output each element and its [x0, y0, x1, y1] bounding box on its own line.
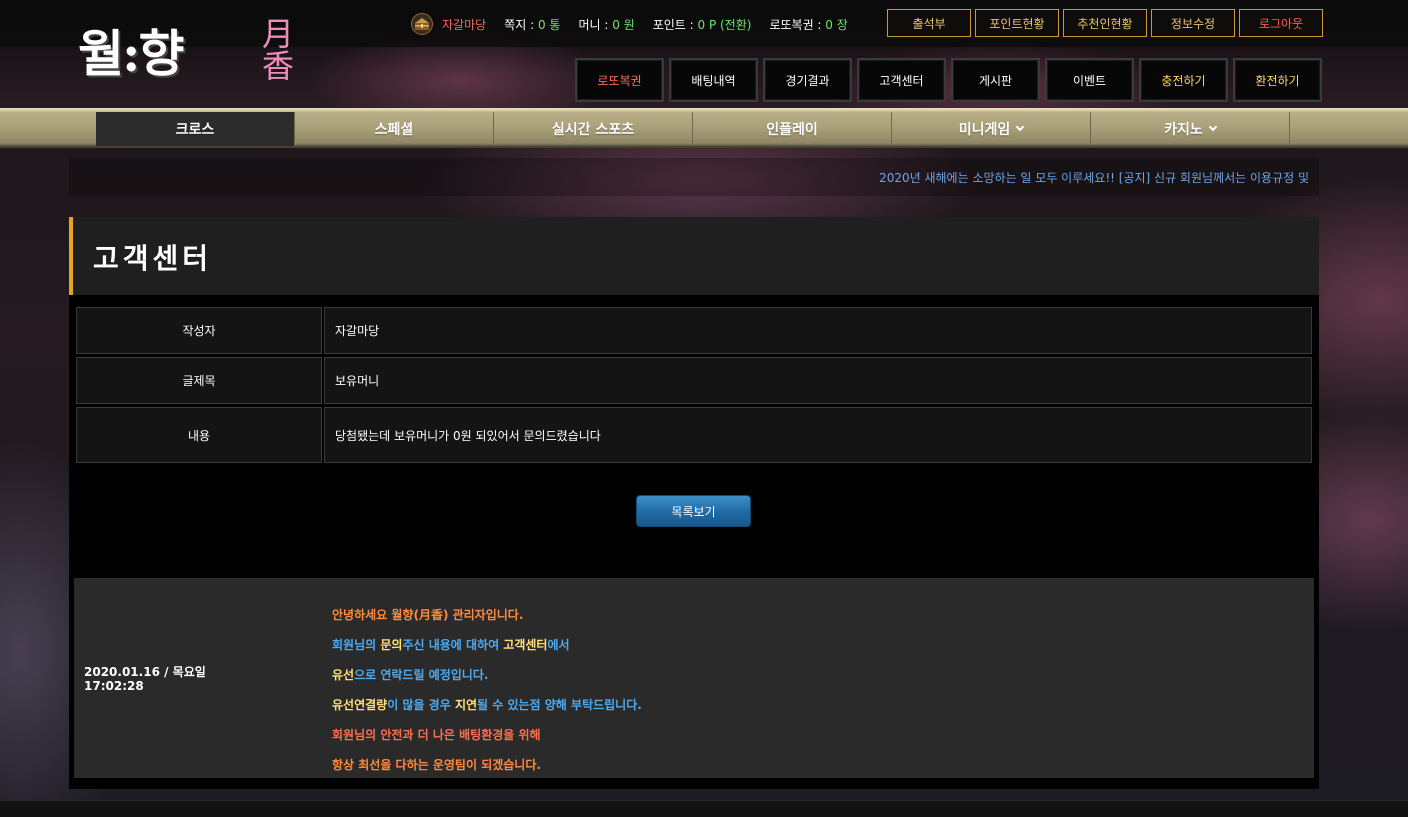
logo-hanja: 月 香	[250, 18, 306, 82]
chevron-down-icon	[1208, 122, 1218, 132]
tab-inplay[interactable]: 인플레이	[693, 112, 892, 146]
reply-text-segment: 될 수 있는점 양해 부탁드립니다.	[477, 698, 642, 712]
reply-line-3: 유선으로 연락드릴 예정입니다.	[332, 660, 642, 690]
money-balance: 머니 : 0 원	[578, 16, 634, 33]
reply-line-2: 회원님의 문의주신 내용에 대하여 고객센터에서	[332, 630, 642, 660]
top-button-group: 출석부 포인트현황 추천인현황 정보수정 로그아웃	[887, 9, 1323, 37]
point-status-button[interactable]: 포인트현황	[975, 9, 1059, 37]
treasure-chest-icon	[410, 13, 434, 35]
author-value: 자갈마당	[324, 307, 1312, 354]
customer-center-panel: 고객센터 작성자 자갈마당 글제목 보유머니 내용 당첨됐는데 보유머니가 0원…	[69, 217, 1319, 789]
logout-button[interactable]: 로그아웃	[1239, 9, 1323, 37]
inquiry-detail-table: 작성자 자갈마당 글제목 보유머니 내용 당첨됐는데 보유머니가 0원 되있어서…	[76, 307, 1312, 466]
author-label: 작성자	[76, 307, 322, 354]
reply-text-segment: 지연	[454, 698, 478, 712]
main-menu: 로또복권 배팅내역 경기결과 고객센터 게시판 이벤트 충전하기 환전하기	[575, 58, 1322, 102]
page-title: 고객센터	[93, 242, 213, 275]
lotto-label: 로또복권 :	[769, 17, 826, 32]
content-label: 내용	[76, 407, 322, 463]
panel-header: 고객센터	[69, 217, 1319, 295]
reply-text-segment: 고객센터	[503, 638, 548, 652]
username[interactable]: 자갈마당	[442, 16, 486, 33]
footer-bar	[0, 800, 1408, 817]
notes-value: 0 통	[537, 17, 561, 32]
reply-time: 17:02:28	[84, 679, 144, 693]
reply-timestamp: 2020.01.16 / 목요일 17:02:28	[84, 665, 206, 693]
point-balance[interactable]: 포인트 : 0 P (전환)	[653, 16, 752, 33]
edit-info-button[interactable]: 정보수정	[1151, 9, 1235, 37]
header: 월:향 月 香 자갈마당 쪽지 : 0 통 머니 : 0 원 포인트 : 0 P…	[0, 0, 1408, 108]
menu-withdraw[interactable]: 환전하기	[1233, 58, 1322, 102]
tab-live-sports[interactable]: 실시간 스포츠	[494, 112, 693, 146]
logo-main-text: 월:향	[78, 24, 184, 83]
money-label: 머니 :	[578, 17, 613, 32]
referral-status-button[interactable]: 추천인현황	[1063, 9, 1147, 37]
subject-label: 글제목	[76, 357, 322, 404]
admin-reply: 2020.01.16 / 목요일 17:02:28 안녕하세요 월향(月香) 관…	[74, 578, 1314, 778]
attendance-button[interactable]: 출석부	[887, 9, 971, 37]
lotto-value: 0 장	[825, 17, 848, 32]
notes-count[interactable]: 쪽지 : 0 통	[504, 16, 560, 33]
reply-text-segment: 이 많을 경우	[387, 698, 455, 712]
table-row: 작성자 자갈마당	[76, 307, 1312, 354]
reply-line-6: 항상 최선을 다하는 운영팀이 되겠습니다.	[332, 758, 541, 772]
tab-minigame-label: 미니게임	[958, 122, 1011, 138]
user-info-bar: 자갈마당 쪽지 : 0 통 머니 : 0 원 포인트 : 0 P (전환) 로또…	[410, 12, 866, 36]
menu-results[interactable]: 경기결과	[763, 58, 852, 102]
menu-lotto[interactable]: 로또복권	[575, 58, 664, 102]
tab-special[interactable]: 스페셜	[295, 112, 494, 146]
tab-cross[interactable]: 크로스	[96, 112, 295, 146]
table-row: 글제목 보유머니	[76, 357, 1312, 404]
reply-text-segment: 문의	[380, 638, 403, 652]
site-logo[interactable]: 월:향 月 香	[78, 10, 318, 98]
sports-nav-tabs: 크로스 스페셜 실시간 스포츠 인플레이 미니게임 카지노	[96, 112, 1290, 146]
reply-line-5: 회원님의 안전과 더 나은 배팅환경을 위해	[332, 728, 541, 742]
tab-casino-label: 카지노	[1164, 122, 1203, 138]
tab-casino[interactable]: 카지노	[1091, 112, 1290, 146]
list-view-button[interactable]: 목록보기	[636, 495, 751, 527]
logo-hanja-top: 月	[261, 15, 294, 53]
money-value: 0 원	[612, 17, 635, 32]
subject-value: 보유머니	[324, 357, 1312, 404]
menu-event[interactable]: 이벤트	[1045, 58, 1134, 102]
reply-line-1: 안녕하세요 월향(月香) 관리자입니다.	[332, 608, 524, 622]
reply-text-segment: 회원님의	[332, 638, 381, 652]
notice-ticker-text[interactable]: 2020년 새해에는 소망하는 일 모두 이루세요!! [공지] 신규 회원님께…	[879, 169, 1309, 186]
chevron-down-icon	[1016, 122, 1025, 132]
reply-text-segment: 에서	[547, 638, 570, 652]
reply-text-segment: 유선연결량	[332, 698, 388, 712]
notice-ticker: 2020년 새해에는 소망하는 일 모두 이루세요!! [공지] 신규 회원님께…	[69, 158, 1319, 196]
sports-nav-bar: 크로스 스페셜 실시간 스포츠 인플레이 미니게임 카지노	[0, 108, 1408, 148]
menu-customer-center[interactable]: 고객센터	[857, 58, 946, 102]
tab-minigame[interactable]: 미니게임	[892, 112, 1091, 146]
table-row: 내용 당첨됐는데 보유머니가 0원 되있어서 문의드렸습니다	[76, 407, 1312, 463]
menu-board[interactable]: 게시판	[951, 58, 1040, 102]
menu-bet-history[interactable]: 배팅내역	[669, 58, 758, 102]
reply-text-segment: 으로 연락드릴 예정입니다.	[354, 668, 489, 682]
reply-message: 안녕하세요 월향(月香) 관리자입니다. 회원님의 문의주신 내용에 대하여 고…	[332, 600, 642, 780]
menu-deposit[interactable]: 충전하기	[1139, 58, 1228, 102]
lotto-ticket-count: 로또복권 : 0 장	[769, 16, 847, 33]
logo-hanja-bottom: 香	[261, 47, 294, 85]
point-value: 0 P (전환)	[697, 17, 752, 32]
reply-line-4: 유선연결량이 많을 경우 지연될 수 있는점 양해 부탁드립니다.	[332, 690, 642, 720]
reply-text-segment: 유선	[332, 668, 355, 682]
notes-label: 쪽지 :	[504, 17, 538, 32]
content-value: 당첨됐는데 보유머니가 0원 되있어서 문의드렸습니다	[324, 407, 1312, 463]
reply-text-segment: 주신 내용에 대하여	[402, 638, 504, 652]
point-label: 포인트 :	[652, 17, 698, 32]
reply-date: 2020.01.16 / 목요일	[84, 665, 206, 679]
